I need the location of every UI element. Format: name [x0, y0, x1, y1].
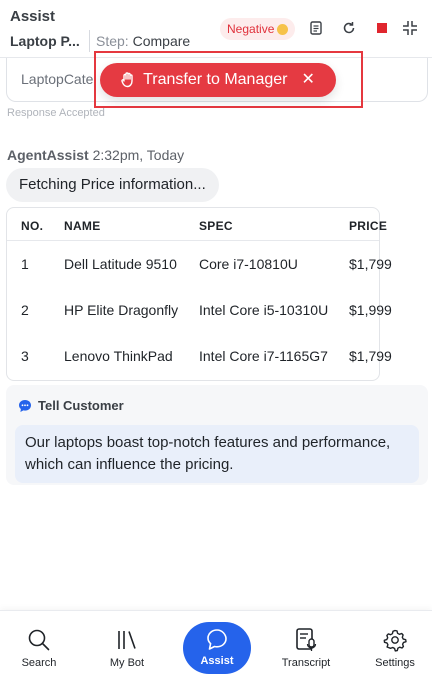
table-cell: $1,999	[349, 302, 392, 318]
message-meta: AgentAssist 2:32pm, Today	[7, 147, 184, 163]
message-author: AgentAssist	[7, 147, 89, 163]
gear-icon	[382, 627, 408, 653]
message-time: 2:32pm, Today	[92, 147, 185, 163]
price-table: NO. NAME SPEC PRICE 1 Dell Latitude 9510…	[6, 207, 392, 381]
tell-customer-header: Tell Customer	[18, 398, 124, 413]
header: Assist Laptop P... Step: Compare Negativ…	[0, 0, 432, 58]
table-cell: Dell Latitude 9510	[64, 256, 177, 272]
tell-customer-title: Tell Customer	[38, 398, 124, 413]
column-header: NO.	[21, 219, 44, 233]
table-cell: Intel Core i5-10310U	[199, 302, 329, 318]
table-cell: $1,799	[349, 256, 392, 272]
nav-search[interactable]: Search	[0, 611, 79, 677]
intent-label[interactable]: Laptop P...	[10, 33, 80, 49]
message-bubble: Fetching Price information...	[6, 168, 219, 202]
nav-settings[interactable]: Settings	[355, 611, 432, 677]
transfer-label: Transfer to Manager	[143, 71, 288, 88]
table-cell: HP Elite Dragonfly	[64, 302, 179, 318]
category-value: LaptopCate	[21, 71, 94, 87]
nav-transcript-label: Transcript	[281, 657, 331, 669]
nav-mybot[interactable]: My Bot	[87, 611, 167, 677]
step-label: Step:	[96, 33, 129, 49]
transcript-icon	[293, 627, 319, 653]
nav-assist[interactable]: Assist	[183, 622, 251, 674]
column-header: PRICE	[349, 219, 388, 233]
suggested-response[interactable]: Our laptops boast top-notch features and…	[15, 425, 419, 483]
table-cell: Core i7-10810U	[199, 256, 298, 272]
sad-emoji-icon	[277, 23, 289, 35]
refresh-icon[interactable]	[339, 18, 359, 38]
chat-bubble-icon	[19, 399, 31, 412]
table-cell: Lenovo ThinkPad	[64, 348, 173, 364]
table-cell: 2	[21, 302, 29, 318]
nav-assist-label: Assist	[200, 655, 234, 667]
nav-search-label: Search	[21, 657, 57, 669]
sentiment-badge: Negative	[220, 18, 296, 40]
nav-settings-label: Settings	[375, 657, 415, 669]
assist-chat-icon	[204, 627, 230, 653]
stop-icon[interactable]	[372, 18, 392, 38]
nav-mybot-label: My Bot	[109, 657, 145, 669]
tell-customer-card: Tell Customer Our laptops boast top-notc…	[6, 385, 428, 485]
library-icon	[114, 627, 140, 653]
table-cell: 1	[21, 256, 29, 272]
close-icon[interactable]: ✕	[301, 72, 314, 88]
response-status: Response Accepted	[7, 107, 105, 119]
nav-transcript[interactable]: Transcript	[266, 611, 346, 677]
transfer-to-manager-button[interactable]: Transfer to Manager ✕	[100, 63, 336, 97]
app-title: Assist	[10, 8, 56, 25]
search-icon	[26, 627, 52, 653]
divider	[89, 30, 90, 52]
collapse-icon[interactable]	[400, 18, 420, 38]
step-indicator: Step: Compare	[96, 33, 190, 49]
sentiment-text: Negative	[227, 22, 275, 36]
step-value: Compare	[132, 33, 191, 49]
notes-icon[interactable]	[306, 18, 326, 38]
table-cell: $1,799	[349, 348, 392, 364]
column-header: SPEC	[199, 219, 233, 233]
table-cell: 3	[21, 348, 29, 364]
table-divider	[7, 240, 379, 241]
hand-icon	[121, 72, 133, 88]
table-cell: Intel Core i7-1165G7	[199, 348, 328, 364]
column-header: NAME	[64, 219, 101, 233]
